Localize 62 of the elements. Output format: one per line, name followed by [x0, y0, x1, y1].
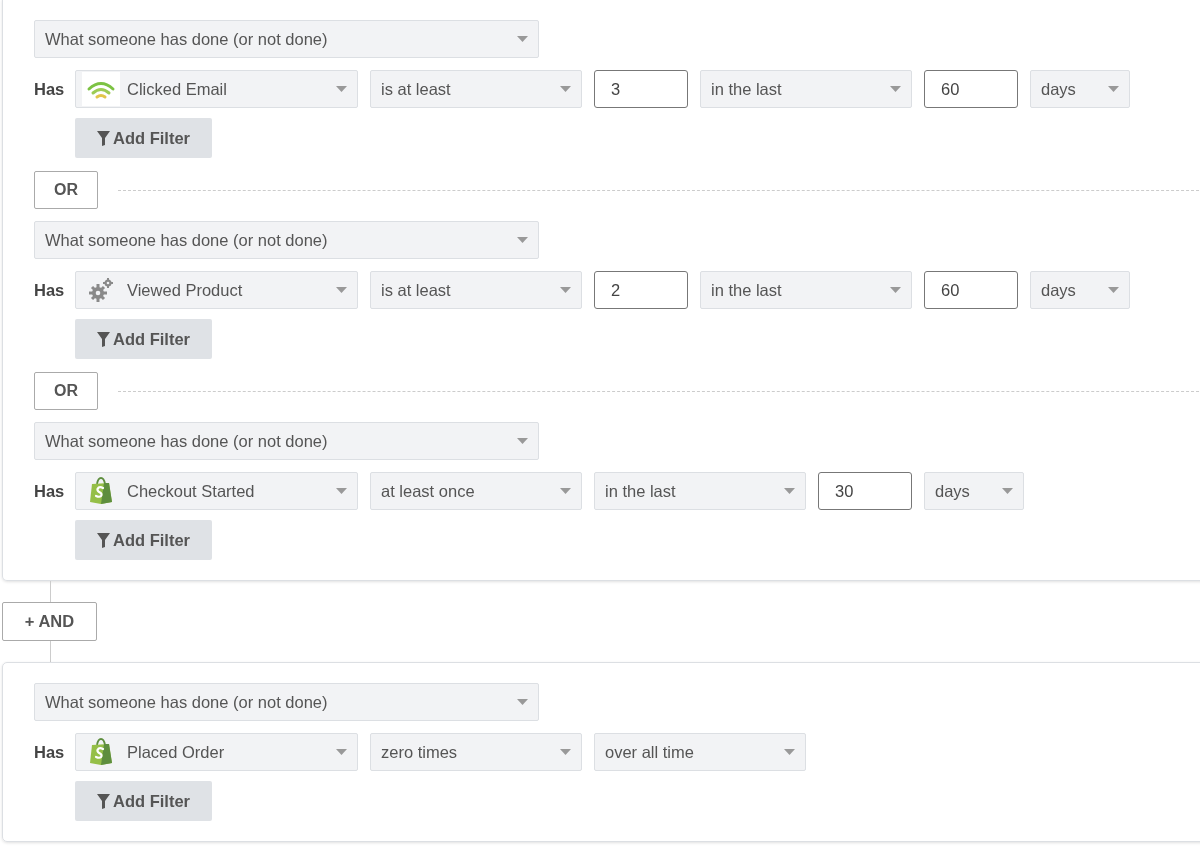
has-label: Has: [34, 741, 66, 763]
event-dropdown[interactable]: Clicked Email: [75, 70, 358, 108]
number-field[interactable]: 2: [594, 271, 688, 309]
dropdown[interactable]: in the last: [700, 271, 912, 309]
caret-icon: [890, 86, 901, 92]
caret-icon: [560, 749, 571, 755]
caret-icon: [336, 287, 347, 293]
caret-icon: [336, 488, 347, 494]
dropdown[interactable]: days: [1030, 70, 1130, 108]
dropdown[interactable]: at least once: [370, 472, 582, 510]
caret-icon: [560, 287, 571, 293]
dropdown[interactable]: What someone has done (or not done): [34, 422, 539, 460]
add-filter-button[interactable]: Add Filter: [75, 781, 212, 821]
number-field[interactable]: 3: [594, 70, 688, 108]
number-field[interactable]: 30: [818, 472, 912, 510]
dropdown[interactable]: zero times: [370, 733, 582, 771]
number-field[interactable]: 60: [924, 70, 1018, 108]
dropdown[interactable]: is at least: [370, 70, 582, 108]
caret-icon: [784, 749, 795, 755]
add-filter-button[interactable]: Add Filter: [75, 118, 212, 158]
caret-icon: [1002, 488, 1013, 494]
event-dropdown[interactable]: Viewed Product: [75, 271, 358, 309]
shopping-bag-icon: [89, 738, 113, 766]
caret-icon: [336, 86, 347, 92]
dropdown[interactable]: over all time: [594, 733, 806, 771]
caret-icon: [517, 699, 528, 705]
add-filter-button[interactable]: Add Filter: [75, 520, 212, 560]
event-dropdown[interactable]: Checkout Started: [75, 472, 358, 510]
caret-icon: [336, 749, 347, 755]
dropdown[interactable]: days: [1030, 271, 1130, 309]
caret-icon: [1108, 86, 1119, 92]
email-signal-icon: [82, 72, 120, 106]
add-filter-button[interactable]: Add Filter: [75, 319, 212, 359]
add-and-button[interactable]: + AND: [2, 602, 97, 641]
caret-icon: [517, 237, 528, 243]
gears-icon: [88, 277, 114, 303]
caret-icon: [560, 488, 571, 494]
or-button[interactable]: OR: [34, 171, 98, 209]
event-dropdown[interactable]: Placed Order: [75, 733, 358, 771]
dropdown[interactable]: in the last: [700, 70, 912, 108]
has-label: Has: [34, 480, 66, 502]
has-label: Has: [34, 279, 66, 301]
filter-icon: [97, 793, 110, 809]
or-button[interactable]: OR: [34, 372, 98, 410]
filter-icon: [97, 331, 110, 347]
caret-icon: [560, 86, 571, 92]
dropdown[interactable]: in the last: [594, 472, 806, 510]
caret-icon: [517, 438, 528, 444]
dropdown[interactable]: What someone has done (or not done): [34, 221, 539, 259]
caret-icon: [784, 488, 795, 494]
filter-icon: [97, 532, 110, 548]
shopping-bag-icon: [89, 477, 113, 505]
dropdown[interactable]: days: [924, 472, 1024, 510]
has-label: Has: [34, 78, 66, 100]
dropdown[interactable]: is at least: [370, 271, 582, 309]
caret-icon: [890, 287, 901, 293]
filter-icon: [97, 130, 110, 146]
caret-icon: [1108, 287, 1119, 293]
number-field[interactable]: 60: [924, 271, 1018, 309]
dropdown[interactable]: What someone has done (or not done): [34, 20, 539, 58]
caret-icon: [517, 36, 528, 42]
dropdown[interactable]: What someone has done (or not done): [34, 683, 539, 721]
